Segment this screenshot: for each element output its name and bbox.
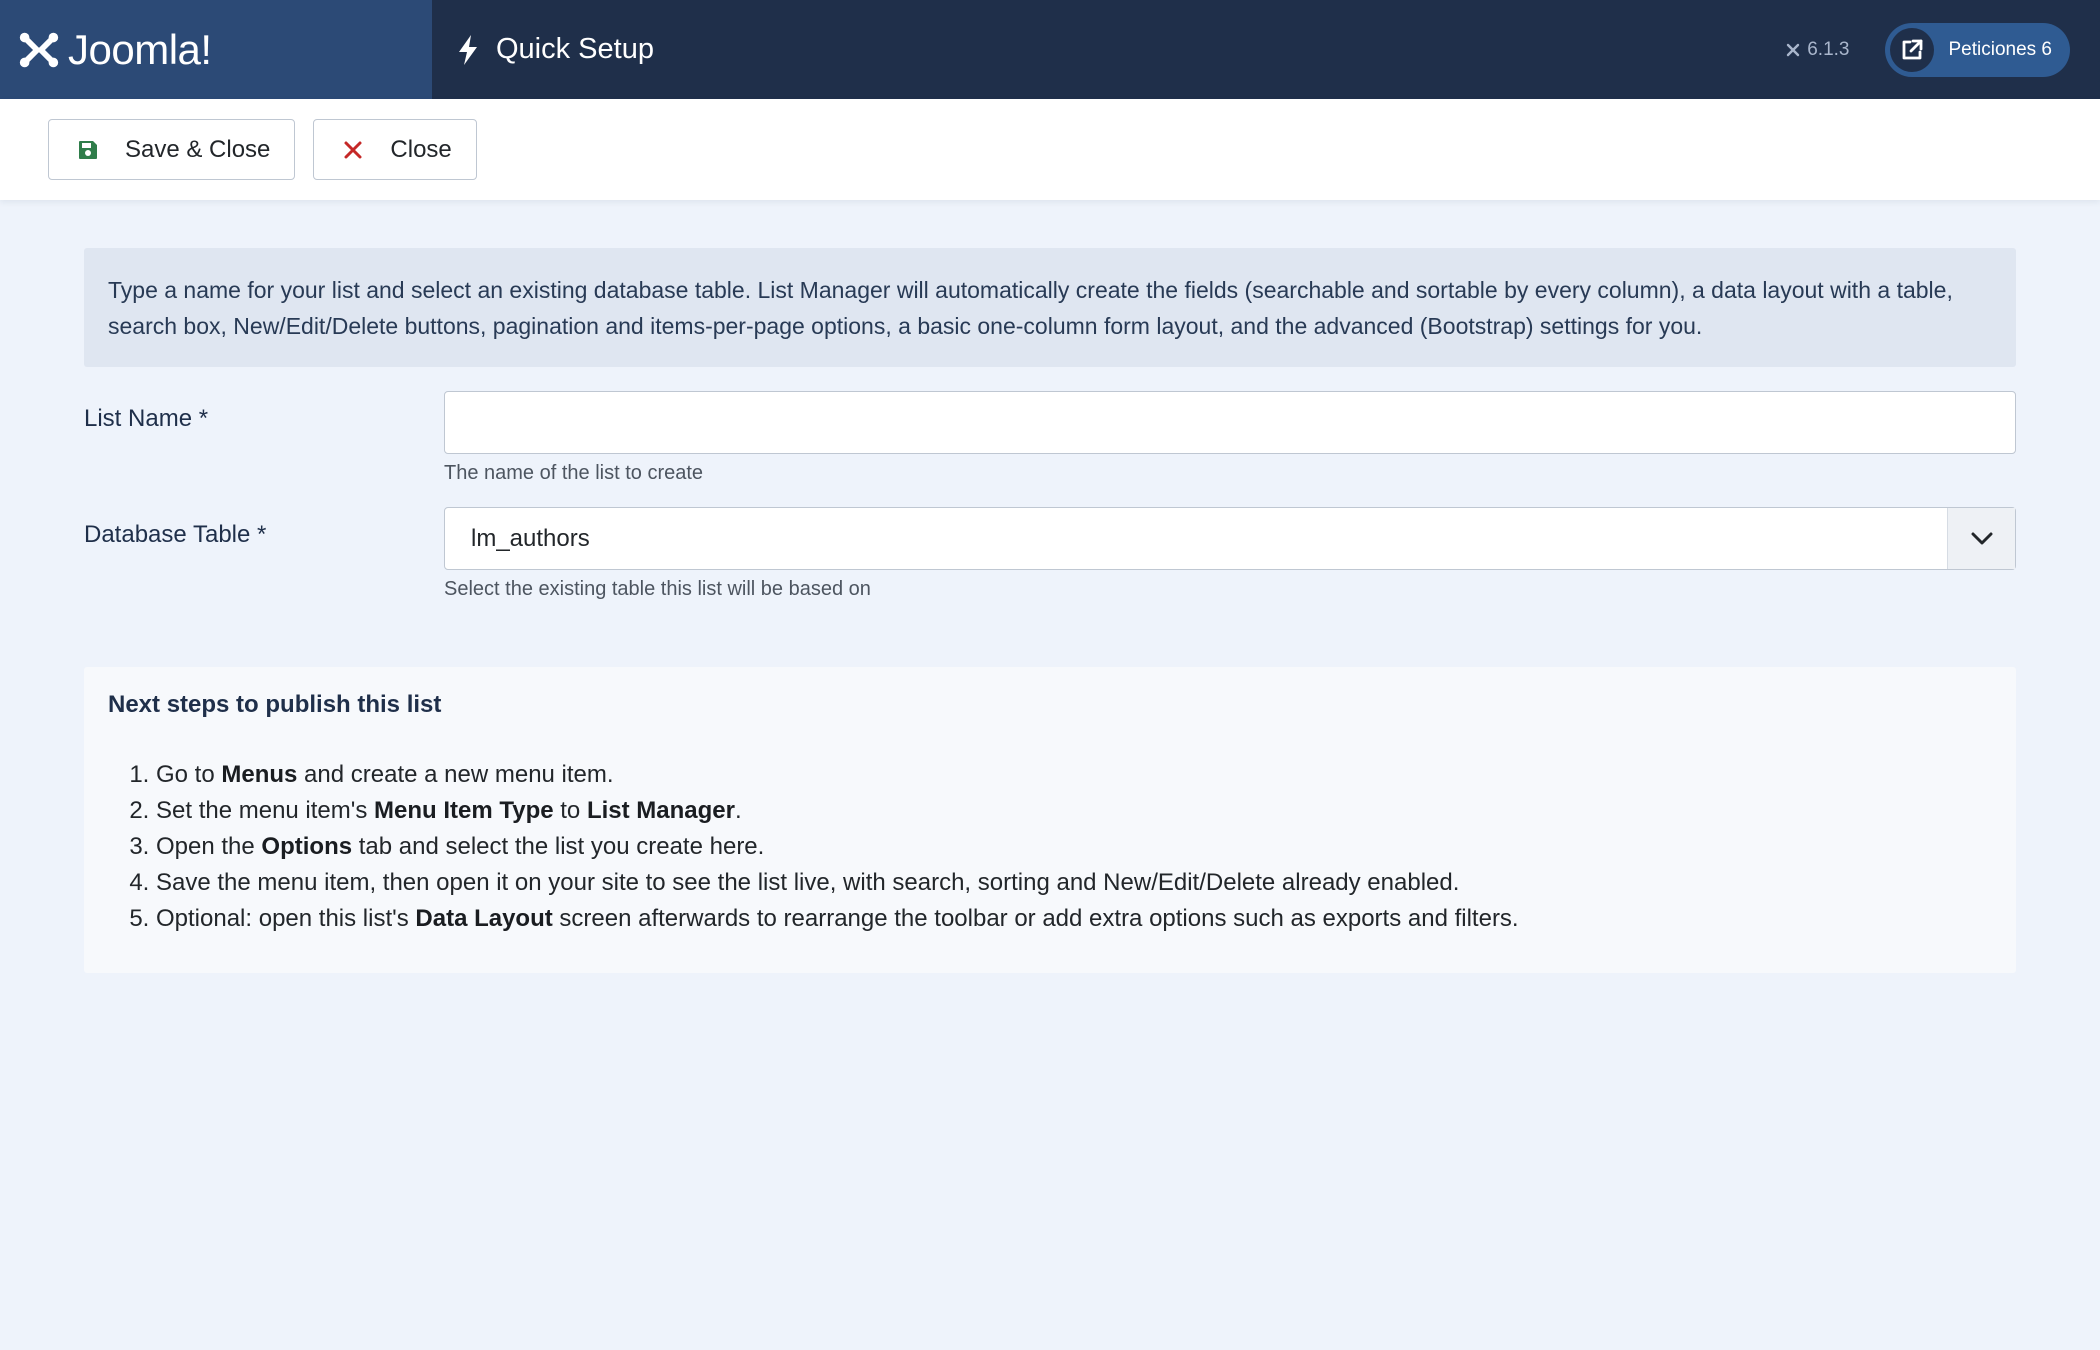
joomla-logo-icon	[19, 32, 59, 67]
save-close-button[interactable]: Save & Close	[48, 119, 296, 180]
next-steps-card: Next steps to publish this list Go to Me…	[84, 667, 2016, 973]
list-name-row: List Name * The name of the list to crea…	[84, 391, 2016, 485]
database-table-row: Database Table * lm_authors Select the e…	[84, 507, 2016, 601]
list-item: Go to Menus and create a new menu item.	[156, 757, 1992, 793]
logo[interactable]: Joomla!	[0, 0, 432, 99]
database-table-help: Select the existing table this list will…	[444, 578, 871, 600]
close-button[interactable]: Close	[313, 119, 477, 180]
app-header: Joomla! Quick Setup 6.1.3 Peticiones 6	[0, 0, 2100, 99]
site-link-label: Peticiones 6	[1948, 38, 2052, 60]
close-icon	[340, 137, 366, 163]
list-name-input[interactable]	[444, 391, 2016, 454]
list-item: Optional: open this list's Data Layout s…	[156, 901, 1992, 937]
page-title: Quick Setup	[496, 33, 654, 65]
floppy-disk-icon	[75, 137, 101, 163]
next-steps-list: Go to Menus and create a new menu item. …	[108, 757, 1992, 937]
database-table-select[interactable]: lm_authors	[444, 507, 2016, 570]
database-table-value: lm_authors	[471, 524, 590, 552]
close-label: Close	[390, 135, 452, 163]
list-item: Open the Options tab and select the list…	[156, 829, 1992, 865]
database-table-label: Database Table *	[84, 521, 267, 548]
site-link-button[interactable]: Peticiones 6	[1885, 22, 2070, 77]
version-info: 6.1.3	[1784, 39, 1849, 61]
version-text: 6.1.3	[1807, 38, 1850, 60]
bolt-icon	[459, 34, 477, 65]
joomla-small-icon	[1787, 43, 1800, 56]
toolbar: Save & Close Close	[0, 99, 2100, 200]
save-close-label: Save & Close	[125, 135, 271, 163]
logo-text: Joomla!	[68, 25, 212, 73]
list-name-help: The name of the list to create	[444, 462, 704, 484]
list-item: Set the menu item's Menu Item Type to Li…	[156, 793, 1992, 829]
list-item: Save the menu item, then open it on your…	[156, 865, 1992, 901]
intro-alert: Type a name for your list and select an …	[84, 248, 2016, 367]
next-steps-title: Next steps to publish this list	[108, 691, 442, 718]
chevron-down-icon[interactable]	[1947, 508, 2015, 569]
external-link-icon	[1890, 27, 1935, 72]
list-name-label: List Name *	[84, 405, 209, 432]
main-content: Type a name for your list and select an …	[84, 248, 2016, 973]
